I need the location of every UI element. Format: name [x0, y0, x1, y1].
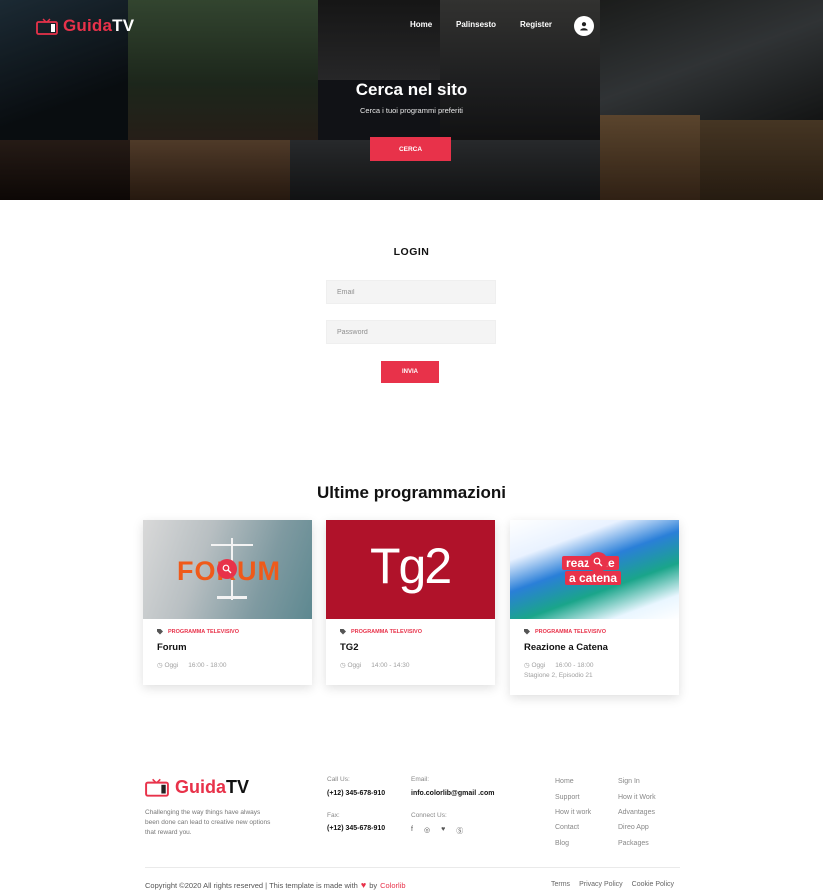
footer-divider — [145, 867, 680, 868]
fax-value: (+12) 345-678-910 — [327, 825, 386, 832]
section-title: Ultime programmazioni — [317, 483, 506, 502]
air-time: 16:00 - 18:00 — [188, 661, 227, 669]
zoom-button[interactable] — [217, 559, 237, 579]
clock-icon: ◷ — [340, 662, 346, 669]
cookie-policy-link[interactable]: Cookie Policy — [632, 881, 674, 888]
program-title[interactable]: TG2 — [340, 642, 481, 653]
social-links: f ◎ ♥ Ⓢ — [411, 826, 463, 836]
tag-icon — [157, 629, 163, 635]
login-title: LOGIN — [393, 246, 430, 258]
heart-icon: ♥ — [360, 880, 367, 890]
program-thumbnail[interactable]: Tg2 — [326, 520, 495, 619]
clock-icon: ◷ — [524, 662, 530, 669]
call-value[interactable]: (+12) 345-678-910 — [327, 790, 385, 797]
program-card[interactable]: reazione a catena PROGRAMMA TELEVISIVO R… — [510, 520, 679, 695]
hero-subtitle: Cerca i tuoi programmi preferiti — [360, 106, 463, 115]
zoom-icon — [222, 564, 232, 574]
email-value[interactable]: info.colorlib@gmail .com — [411, 790, 494, 797]
clock-icon: ◷ — [157, 662, 163, 669]
category-text: PROGRAMMA TELEVISIVO — [535, 629, 606, 635]
privacy-policy-link[interactable]: Privacy Policy — [579, 881, 623, 888]
hero-title: Cerca nel sito — [355, 80, 468, 99]
footer-link-how-it-work[interactable]: How it work — [555, 809, 591, 816]
footer-link-sign-in[interactable]: Sign In — [618, 778, 640, 785]
footer-link-home[interactable]: Home — [555, 778, 574, 785]
password-field[interactable] — [326, 320, 496, 344]
category-text: PROGRAMMA TELEVISIVO — [351, 629, 422, 635]
zoom-button[interactable] — [588, 552, 608, 572]
footer-link-direo-app[interactable]: Direo App — [618, 824, 649, 831]
tag-icon — [524, 629, 530, 635]
air-time: 16:00 - 18:00 — [555, 661, 594, 669]
program-card[interactable]: FORUM PROGRAMMA TELEVISIVO Forum ◷ Oggi … — [143, 520, 312, 685]
copyright: Copyright ©2020 All rights reserved | Th… — [145, 880, 406, 890]
air-time: 14:00 - 14:30 — [371, 661, 410, 669]
twitter-icon[interactable]: ♥ — [441, 826, 445, 836]
main-nav: Home Palinsesto Register — [0, 20, 823, 32]
hero-banner: GuidaTV Home Palinsesto Register Cerca n… — [0, 0, 823, 200]
user-icon — [580, 22, 588, 31]
category-label: PROGRAMMA TELEVISIVO — [157, 629, 298, 635]
program-thumbnail[interactable]: FORUM — [143, 520, 312, 619]
nav-home[interactable]: Home — [410, 20, 432, 29]
zoom-icon — [593, 557, 603, 567]
tag-icon — [340, 629, 346, 635]
legal-links: Terms Privacy Policy Cookie Policy — [551, 881, 674, 888]
episode-info: Stagione 2, Episodio 21 — [524, 672, 593, 679]
footer-logo[interactable]: GuidaTV — [145, 777, 249, 798]
fax-label: Fax: — [327, 812, 340, 819]
air-day: ◷ Oggi — [157, 661, 178, 669]
instagram-icon[interactable]: ◎ — [424, 826, 430, 836]
footer-link-how-it-work-2[interactable]: How it Work — [618, 794, 656, 801]
skype-icon[interactable]: Ⓢ — [456, 826, 463, 836]
nav-palinsesto[interactable]: Palinsesto — [456, 20, 496, 29]
air-day-text: Oggi — [531, 662, 546, 669]
login-submit-button[interactable]: INVIA — [381, 361, 439, 383]
terms-link[interactable]: Terms — [551, 881, 570, 888]
connect-label: Connect Us: — [411, 812, 447, 819]
thumbnail-logo-line2: a catena — [565, 571, 622, 585]
copyright-by: by — [369, 880, 378, 890]
facebook-icon[interactable]: f — [411, 826, 413, 836]
program-card[interactable]: Tg2 PROGRAMMA TELEVISIVO TG2 ◷ Oggi 14:0… — [326, 520, 495, 685]
footer-link-support[interactable]: Support — [555, 794, 580, 801]
tv-logo-icon — [145, 778, 169, 797]
category-text: PROGRAMMA TELEVISIVO — [168, 629, 239, 635]
air-day: ◷ Oggi — [340, 661, 361, 669]
footer-link-advantages[interactable]: Advantages — [618, 809, 655, 816]
program-thumbnail[interactable]: reazione a catena — [510, 520, 679, 619]
footer-link-packages[interactable]: Packages — [618, 840, 649, 847]
zoom-button[interactable] — [400, 559, 420, 579]
footer-description: Challenging the way things have always b… — [145, 809, 271, 836]
program-title[interactable]: Forum — [157, 642, 298, 653]
nav-register[interactable]: Register — [520, 20, 552, 29]
air-day-text: Oggi — [347, 662, 362, 669]
colorlib-link[interactable]: Colorlib — [380, 881, 405, 890]
category-label: PROGRAMMA TELEVISIVO — [340, 629, 481, 635]
footer-link-blog[interactable]: Blog — [555, 840, 569, 847]
search-button[interactable]: CERCA — [370, 137, 451, 161]
email-field[interactable] — [326, 280, 496, 304]
footer-brand-part2: TV — [226, 777, 250, 797]
copyright-text: Copyright ©2020 All rights reserved | Th… — [145, 880, 358, 890]
footer-link-contact[interactable]: Contact — [555, 824, 579, 831]
program-title[interactable]: Reazione a Catena — [524, 642, 665, 653]
category-label: PROGRAMMA TELEVISIVO — [524, 629, 665, 635]
call-label: Call Us: — [327, 776, 350, 783]
email-label: Email: — [411, 776, 430, 783]
air-day: ◷ Oggi — [524, 661, 545, 669]
footer-brand-part1: Guida — [175, 777, 227, 797]
user-account-button[interactable] — [574, 16, 594, 36]
air-day-text: Oggi — [164, 662, 179, 669]
